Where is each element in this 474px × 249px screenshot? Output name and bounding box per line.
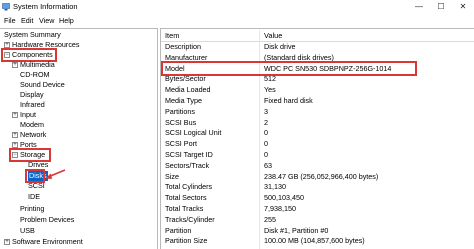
row-value: 0: [264, 150, 268, 159]
row-item: Size: [165, 171, 179, 181]
row-item: Description: [165, 42, 201, 51]
row-item: SCSI Target ID: [165, 150, 213, 159]
row-item: Total Cylinders: [165, 182, 213, 192]
tree-item-label: Printing: [20, 204, 45, 213]
row-item: Media Type: [165, 96, 203, 105]
annotation-arrow-icon: [45, 169, 66, 179]
table-row[interactable]: Total Cylinders 31,130: [161, 182, 474, 193]
table-row[interactable]: Partition Disk #1, Partition #0: [161, 226, 474, 237]
title-bar: System Information — ☐ ✕: [0, 0, 474, 14]
expand-icon[interactable]: +: [12, 112, 18, 118]
menu-bar: File Edit View Help: [0, 14, 474, 27]
row-value: Disk drive: [264, 42, 296, 51]
row-item: Bytes/Sector: [165, 74, 206, 84]
row-item: Partitions: [165, 106, 195, 116]
tree-item-label: Network: [20, 130, 47, 139]
row-value: 0: [264, 139, 268, 149]
row-item: Partition: [165, 225, 192, 235]
close-button[interactable]: ✕: [452, 0, 474, 14]
details-table[interactable]: Item Value Description Disk drive Manufa…: [160, 28, 474, 249]
row-item: SCSI Port: [165, 139, 197, 149]
table-row[interactable]: Partition Size 100.00 MB (104,857,600 by…: [161, 236, 474, 247]
table-row[interactable]: Size 238.47 GB (256,052,966,400 bytes): [161, 172, 474, 183]
row-value: 3: [264, 106, 268, 116]
row-value: 2: [264, 117, 268, 127]
tree-item-label: Input: [20, 110, 36, 119]
menu-edit[interactable]: Edit: [21, 16, 33, 25]
row-value: 63: [264, 160, 272, 170]
tree-item-label: Multimedia: [20, 60, 55, 69]
row-item: SCSI Bus: [165, 117, 197, 127]
row-value: 255: [264, 214, 276, 224]
table-row[interactable]: Bytes/Sector 512: [161, 74, 474, 85]
row-value: Fixed hard disk: [264, 96, 313, 105]
table-row[interactable]: Tracks/Cylinder 255: [161, 215, 474, 226]
row-value: 500,103,450: [264, 193, 304, 203]
window-title: System Information: [13, 2, 78, 11]
tree-item-label: SCSI: [28, 181, 45, 190]
table-row[interactable]: Media Loaded Yes: [161, 85, 474, 96]
system-information-icon: [2, 3, 10, 11]
row-value: 238.47 GB (256,052,966,400 bytes): [264, 171, 379, 181]
table-row[interactable]: SCSI Port 0: [161, 139, 474, 150]
tree-item-label: Software Environment: [12, 237, 83, 246]
expand-icon[interactable]: +: [4, 239, 10, 245]
row-item: Total Tracks: [165, 204, 204, 213]
row-item: Total Sectors: [165, 193, 207, 203]
table-row[interactable]: Description Disk drive: [161, 42, 474, 53]
menu-file[interactable]: File: [4, 16, 16, 25]
minimize-button[interactable]: —: [408, 0, 430, 14]
row-value: Disk #1, Partition #0: [264, 225, 329, 235]
tree-item-label: Problem Devices: [20, 215, 75, 224]
column-header-value[interactable]: Value: [264, 30, 282, 41]
row-item: Media Loaded: [165, 85, 211, 95]
table-row[interactable]: Sectors/Track 63: [161, 161, 474, 172]
row-value: 31,130: [264, 182, 286, 192]
menu-help[interactable]: Help: [59, 16, 74, 25]
row-value: Yes: [264, 85, 276, 95]
menu-view[interactable]: View: [39, 16, 54, 25]
row-item: Sectors/Track: [165, 160, 210, 170]
table-row[interactable]: Total Tracks 7,938,150: [161, 204, 474, 215]
row-item: SCSI Logical Unit: [165, 128, 222, 138]
tree-item-label: IDE: [28, 192, 40, 201]
table-row[interactable]: Partitions 3: [161, 107, 474, 118]
row-item: Tracks/Cylinder: [165, 214, 215, 224]
tree-item-label: System Summary: [4, 30, 61, 39]
table-row[interactable]: SCSI Logical Unit 0: [161, 128, 474, 139]
table-row[interactable]: SCSI Bus 2: [161, 118, 474, 129]
row-value: 512: [264, 74, 276, 84]
table-row[interactable]: SCSI Target ID 0: [161, 150, 474, 161]
tree-item-label: CD-ROM: [20, 70, 50, 79]
expand-icon[interactable]: +: [12, 62, 18, 68]
tree-item-label: Infrared: [20, 100, 45, 109]
tree-item-label: Sound Device: [20, 80, 65, 89]
row-item: Partition Size: [165, 236, 208, 246]
expand-icon[interactable]: +: [12, 132, 18, 138]
row-value: 0: [264, 128, 268, 138]
tree-item-label: Modem: [20, 120, 44, 129]
row-value: 7,938,150: [264, 204, 296, 213]
table-row[interactable]: Total Sectors 500,103,450: [161, 193, 474, 204]
column-header-item[interactable]: Item: [165, 30, 179, 41]
table-row[interactable]: Media Type Fixed hard disk: [161, 96, 474, 107]
row-value: 100.00 MB (104,857,600 bytes): [264, 236, 365, 246]
category-tree[interactable]: System Summary + Hardware Resources − Co…: [0, 28, 158, 249]
tree-item-label: USB: [20, 226, 35, 235]
maximize-button[interactable]: ☐: [430, 0, 452, 14]
tree-item-label: Display: [20, 90, 44, 99]
